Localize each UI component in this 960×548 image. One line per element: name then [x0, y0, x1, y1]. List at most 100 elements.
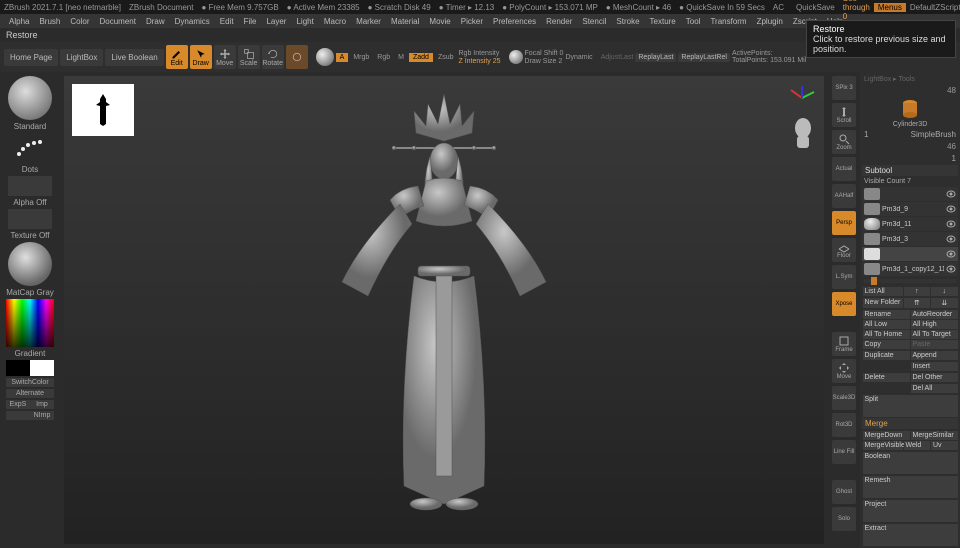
alllow-button[interactable]: All Low — [863, 320, 910, 329]
character-model[interactable] — [314, 86, 574, 516]
menu-zplugin[interactable]: Zplugin — [752, 17, 788, 26]
brush-preview[interactable] — [8, 76, 52, 120]
copy-button[interactable]: Copy — [863, 340, 910, 349]
eye-icon[interactable] — [946, 205, 956, 213]
menus-button[interactable]: Menus — [874, 3, 906, 12]
viewport[interactable] — [64, 76, 824, 544]
subtool-item[interactable] — [862, 187, 958, 201]
a-chip[interactable]: A — [336, 53, 349, 62]
rgb-toggle[interactable]: Rgb — [374, 54, 393, 61]
floor-button[interactable]: Floor — [832, 238, 856, 262]
delother-button[interactable]: Del Other — [911, 373, 958, 382]
move-button[interactable]: Move — [214, 45, 236, 69]
draw-button[interactable]: Draw — [190, 45, 212, 69]
reference-thumbnail[interactable] — [72, 84, 134, 136]
gizmo-button[interactable] — [286, 45, 308, 69]
zoom-button[interactable]: Zoom — [832, 130, 856, 154]
axis-gizmo[interactable] — [788, 84, 816, 112]
scroll-button[interactable]: Scroll — [832, 103, 856, 127]
zadd-toggle[interactable]: Zadd — [409, 53, 433, 62]
merge-header[interactable]: Merge — [862, 418, 958, 429]
arrow-down2-icon[interactable]: ⇊ — [931, 298, 958, 308]
menu-stroke[interactable]: Stroke — [611, 17, 644, 26]
eye-icon[interactable] — [946, 265, 956, 273]
switchcolor-button[interactable]: SwitchColor — [6, 378, 54, 387]
quicksave-button[interactable]: QuickSave — [792, 3, 839, 12]
menu-layer[interactable]: Layer — [261, 17, 291, 26]
eye-icon[interactable] — [946, 250, 956, 258]
split-header[interactable]: Split — [863, 395, 958, 417]
simplebrush-label[interactable]: SimpleBrush — [911, 130, 956, 139]
texture-preview[interactable] — [8, 209, 52, 229]
replaylast-button[interactable]: ReplayLast — [635, 53, 676, 62]
edit-button[interactable]: Edit — [166, 45, 188, 69]
alltotarget-button[interactable]: All To Target — [911, 330, 958, 339]
solo-button[interactable]: Solo — [832, 507, 856, 531]
menu-document[interactable]: Document — [95, 17, 141, 26]
delete-button[interactable]: Delete — [863, 373, 910, 382]
ghost-button[interactable]: Ghost — [832, 480, 856, 504]
xyz-button[interactable]: Xpose — [832, 292, 856, 316]
linefill-button[interactable]: Line Fill — [832, 440, 856, 464]
rgbint-slider[interactable]: Rgb Intensity — [459, 50, 501, 57]
menu-color[interactable]: Color — [65, 17, 94, 26]
liveboolean-button[interactable]: Live Boolean — [105, 49, 163, 66]
subtool-item[interactable]: Pm3d_9 — [862, 202, 958, 216]
focal-slider[interactable]: Focal Shift 0 — [525, 50, 564, 57]
lsym-button[interactable]: L.Sym — [832, 265, 856, 289]
default-zscript[interactable]: DefaultZScript — [906, 3, 960, 12]
menu-texture[interactable]: Texture — [645, 17, 681, 26]
frame-button[interactable]: Frame — [832, 332, 856, 356]
m-toggle[interactable]: M — [395, 54, 407, 61]
arrow-down-icon[interactable]: ↓ — [931, 287, 958, 296]
menu-tool[interactable]: Tool — [681, 17, 706, 26]
mergesimilar-button[interactable]: MergeSimilar — [911, 431, 958, 440]
paste-button[interactable]: Paste — [911, 340, 958, 349]
stroke-preview[interactable] — [8, 133, 52, 163]
persp-button[interactable]: Persp — [832, 211, 856, 235]
menu-render[interactable]: Render — [541, 17, 577, 26]
subtool-item[interactable]: Pm3d_1_copy12_11 — [862, 262, 958, 276]
menu-movie[interactable]: Movie — [424, 17, 455, 26]
move3d-button[interactable]: Move — [832, 359, 856, 383]
homepage-button[interactable]: Home Page — [4, 49, 58, 66]
rename-button[interactable]: Rename — [863, 310, 910, 319]
eye-icon[interactable] — [946, 220, 956, 228]
subtool-slider[interactable] — [864, 279, 956, 283]
zint-slider[interactable]: Z Intensity 25 — [459, 58, 501, 65]
extract-header[interactable]: Extract — [863, 524, 958, 546]
menu-light[interactable]: Light — [291, 17, 318, 26]
menu-dynamics[interactable]: Dynamics — [170, 17, 215, 26]
weld-toggle[interactable]: Weld — [904, 441, 931, 450]
menu-material[interactable]: Material — [386, 17, 424, 26]
menu-marker[interactable]: Marker — [351, 17, 386, 26]
alpha-preview[interactable] — [8, 176, 52, 196]
lightbox-tools[interactable]: LightBox ▸ Tools — [862, 74, 958, 84]
mergedown-button[interactable]: MergeDown — [863, 431, 910, 440]
arrow-up-icon[interactable]: ↑ — [904, 287, 931, 296]
subtool-item[interactable]: Pm3d_3 — [862, 232, 958, 246]
eye-icon[interactable] — [946, 235, 956, 243]
allhigh-button[interactable]: All High — [911, 320, 958, 329]
autoreorder-button[interactable]: AutoReorder — [911, 310, 958, 319]
restore-button[interactable]: Restore — [6, 30, 38, 40]
material-preview[interactable] — [8, 242, 52, 286]
menu-draw[interactable]: Draw — [141, 17, 170, 26]
insert-button[interactable]: Insert — [911, 362, 958, 371]
menu-file[interactable]: File — [239, 17, 262, 26]
lightbox-button[interactable]: LightBox — [60, 49, 103, 66]
menu-transform[interactable]: Transform — [705, 17, 751, 26]
arrow-up2-icon[interactable]: ⇈ — [904, 298, 931, 308]
menu-brush[interactable]: Brush — [34, 17, 65, 26]
imp-button[interactable]: Imp — [30, 400, 54, 409]
aahalf-button[interactable]: AAHalf — [832, 184, 856, 208]
replaylastrel-button[interactable]: ReplayLastRel — [678, 53, 730, 62]
exps-button[interactable]: ExpS — [6, 400, 30, 409]
menu-alpha[interactable]: Alpha — [4, 17, 34, 26]
rotate3d-button[interactable]: Rot3D — [832, 413, 856, 437]
dynamic-toggle[interactable]: Dynamic — [565, 54, 592, 61]
subtool-item-selected[interactable] — [862, 247, 958, 261]
subtool-item[interactable]: Pm3d_11 — [862, 217, 958, 231]
camera-head-gizmo[interactable] — [790, 116, 816, 152]
alternate-button[interactable]: Alternate — [6, 389, 54, 398]
